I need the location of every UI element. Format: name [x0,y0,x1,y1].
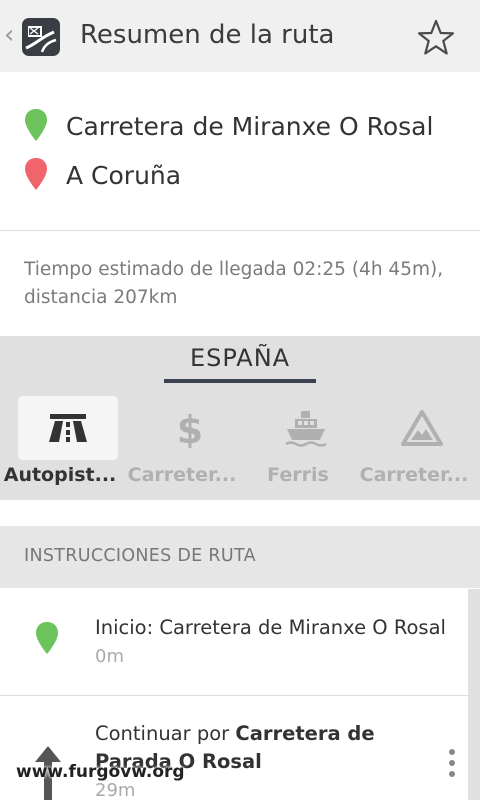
tab-carreteras-peaje[interactable]: $ Carreter... [122,396,242,496]
tab-label: Carreter... [359,464,469,486]
app-logo-icon[interactable] [22,18,60,56]
instructions-header-label: INSTRUCCIONES DE RUTA [24,546,256,566]
route-locations: Carretera de Miranxe O Rosal A Coruña [0,72,480,230]
red-pin-icon [25,158,47,190]
more-vert-icon[interactable] [446,748,458,778]
tab-ferris[interactable]: Ferris [238,396,358,496]
mountain-road-icon [401,410,443,446]
ferry-icon [285,411,327,447]
watermark: www.furgovw.org [16,762,185,782]
origin-row[interactable]: Carretera de Miranxe O Rosal [0,104,480,152]
tab-label: Carreter... [127,464,237,486]
country-underline [164,379,316,383]
star-outline-icon[interactable] [416,18,456,58]
list-item[interactable]: Continuar por Carretera de Parada O Rosa… [0,696,468,800]
step-prefix: Continuar por [95,722,236,745]
step-distance: 29m [95,780,136,800]
tab-label: Ferris [267,464,329,486]
tab-label: Autopist... [3,464,117,486]
step-distance: 0m [95,646,124,667]
dollar-icon: $ [177,408,203,448]
scrollbar[interactable] [468,589,480,800]
list-item[interactable]: Inicio: Carretera de Miranxe O Rosal 0m [0,589,468,695]
page-title: Resumen de la ruta [80,20,335,50]
destination-row[interactable]: A Coruña [0,153,480,201]
green-pin-icon [25,109,47,141]
green-pin-icon [36,622,58,654]
chevron-left-icon[interactable]: ‹ [4,22,14,48]
origin-label: Carretera de Miranxe O Rosal [66,112,434,141]
svg-text:$: $ [177,408,203,448]
country-name: ESPAÑA [189,344,291,372]
instructions-header: INSTRUCCIONES DE RUTA [0,526,480,588]
app-bar: ‹ Resumen de la ruta [0,0,480,72]
highway-icon [49,414,87,442]
step-text: Inicio: Carretera de Miranxe O Rosal [95,616,446,639]
eta-summary: Tiempo estimado de llegada 02:25 (4h 45m… [24,259,444,308]
country-panel: ESPAÑA Autopist... $ Carreter... Ferris … [0,336,480,500]
divider [0,230,480,231]
destination-label: A Coruña [66,161,182,190]
tab-autopistas[interactable]: Autopist... [0,396,120,496]
tab-carreteras-montana[interactable]: Carreter... [354,396,474,496]
